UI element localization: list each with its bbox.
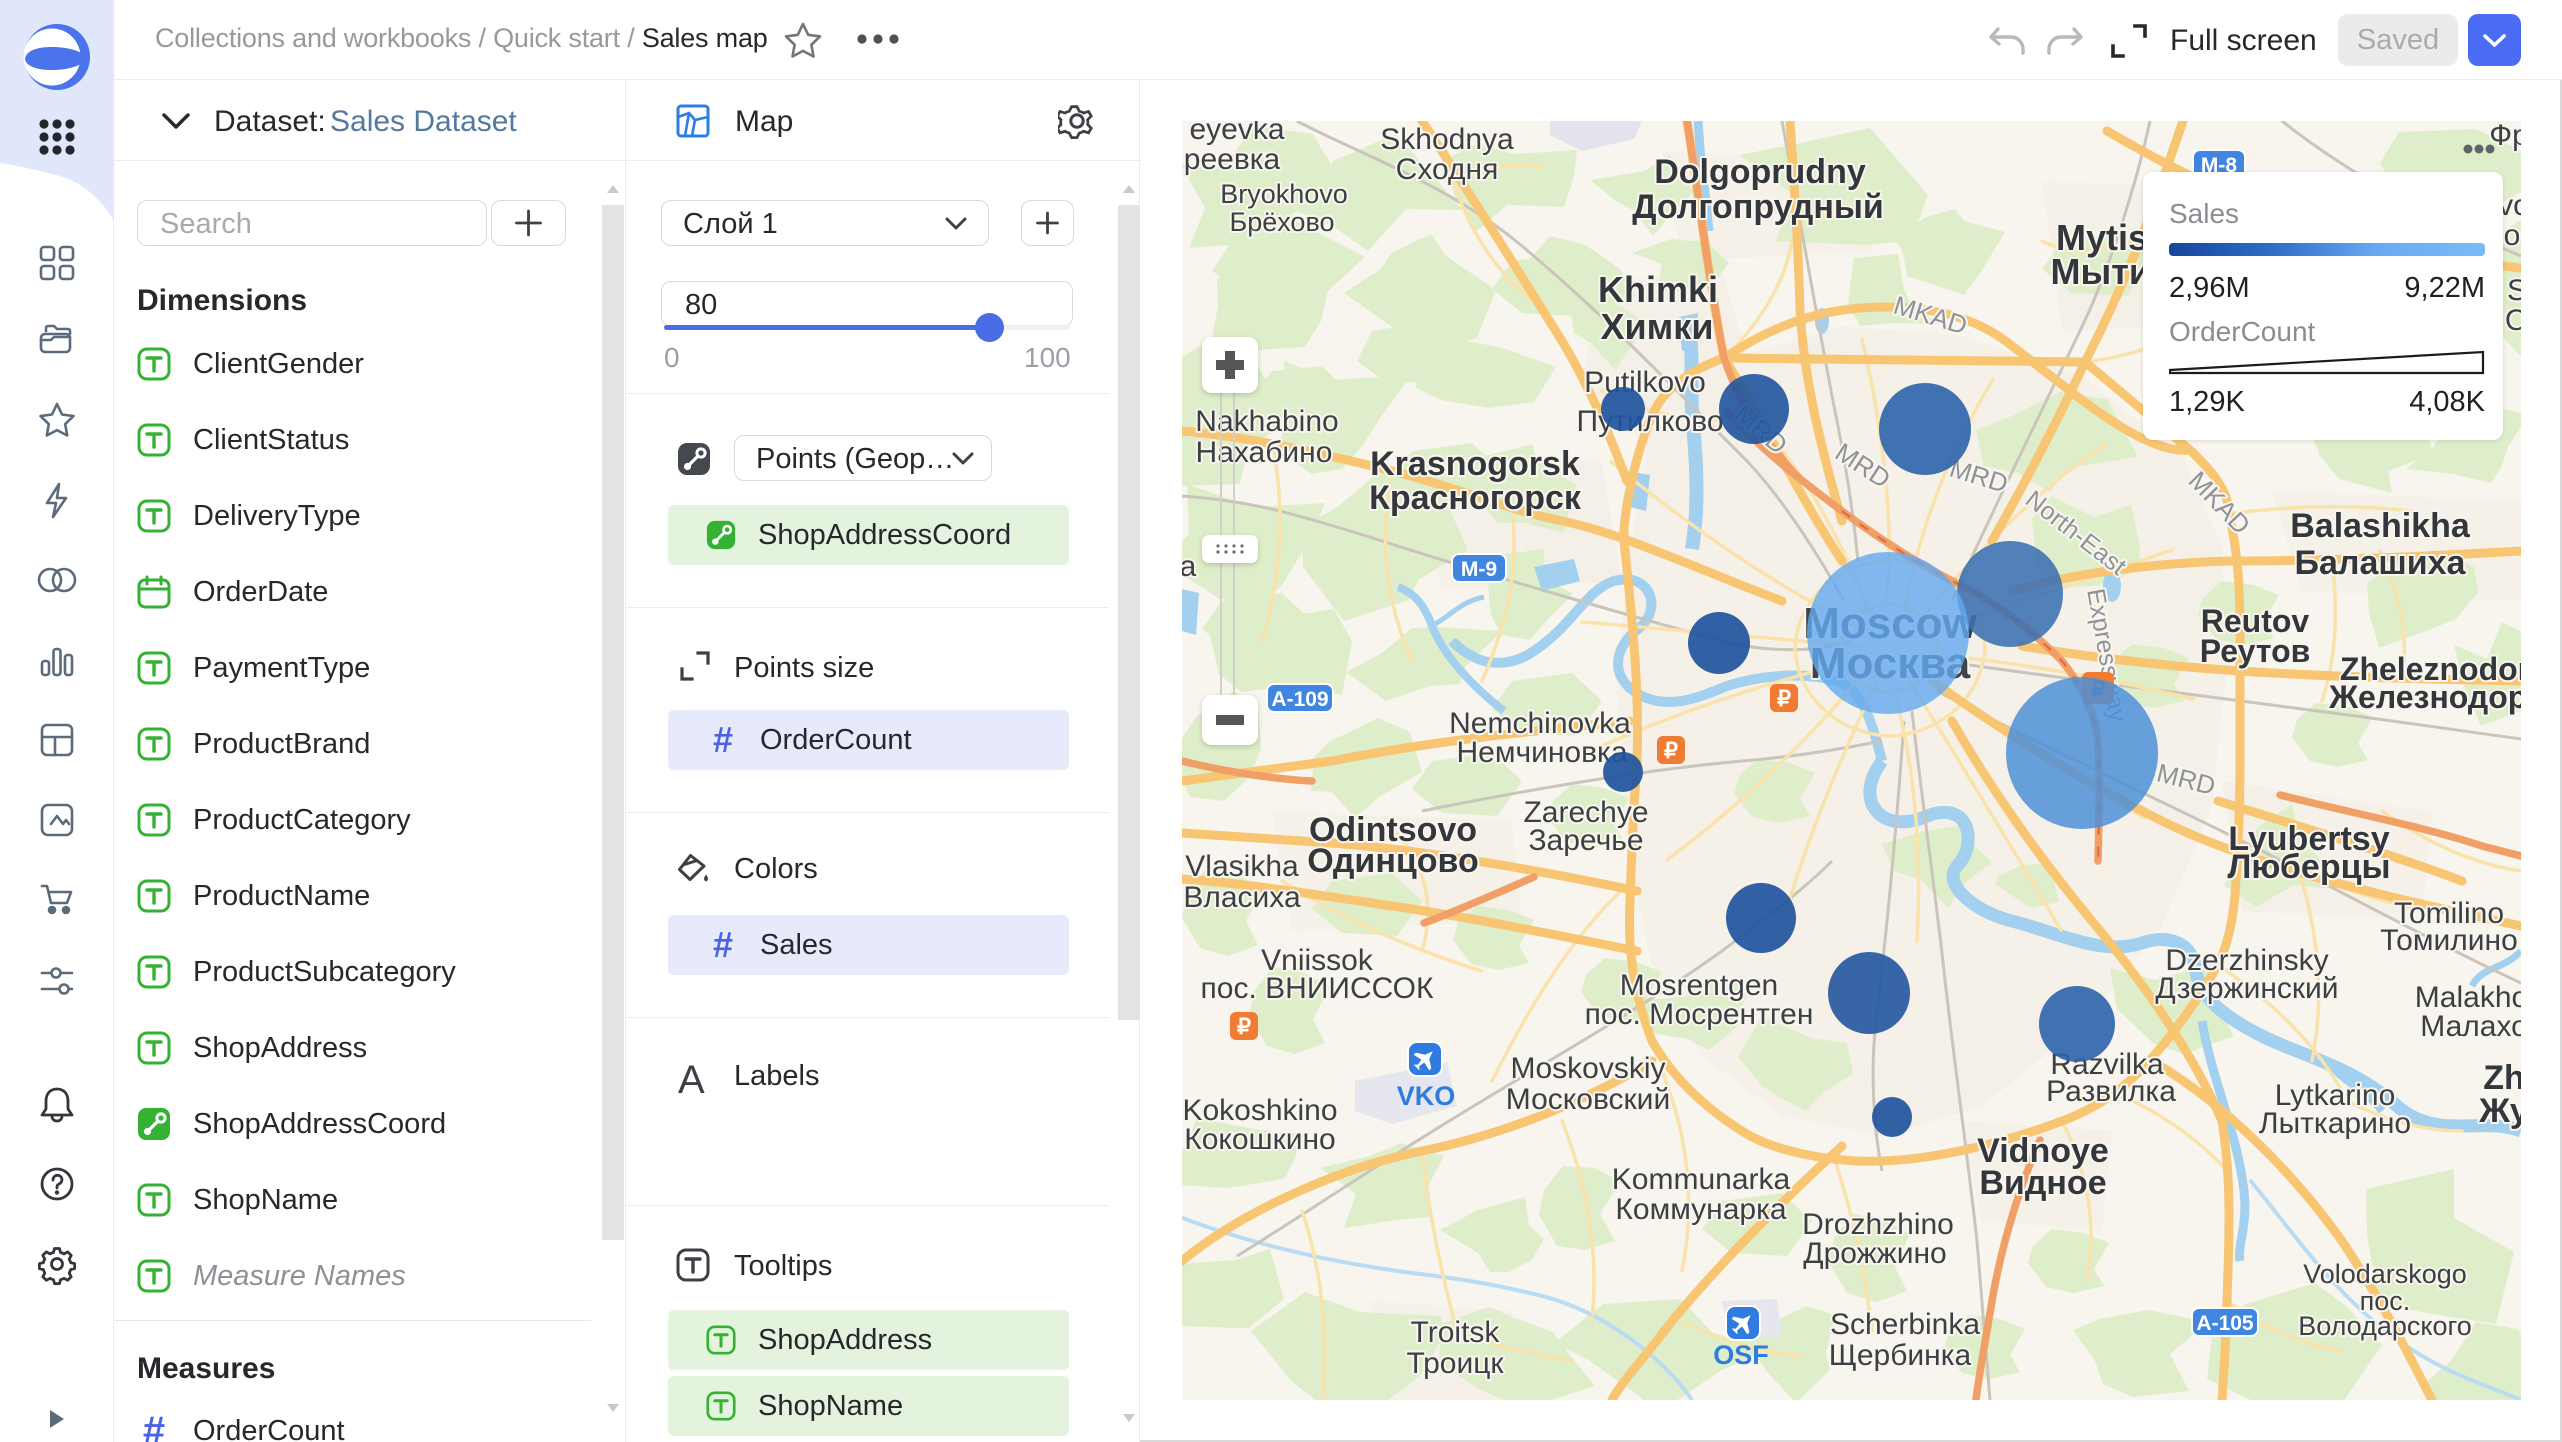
svg-text:Троицк: Троицк — [1406, 1347, 1504, 1380]
svg-text:Путилково: Путилково — [1577, 405, 1724, 438]
svg-text:₽: ₽ — [1237, 1014, 1251, 1039]
svg-text:a: a — [1182, 550, 1197, 583]
svg-text:Немчиновка: Немчиновка — [1456, 736, 1627, 769]
svg-text:S: S — [2507, 274, 2521, 307]
svg-text:₽: ₽ — [1777, 686, 1791, 711]
svg-text:Видное: Видное — [1979, 1164, 2106, 1202]
svg-text:Одинцово: Одинцово — [1307, 842, 1479, 880]
svg-text:пос. ВНИИССОК: пос. ВНИИССОК — [1201, 972, 1434, 1005]
svg-text:Жу: Жу — [2478, 1092, 2521, 1130]
svg-text:Развилка: Развилка — [2046, 1075, 2176, 1108]
svg-text:Troitsk: Troitsk — [1411, 1316, 1501, 1349]
svg-text:Власиха: Власиха — [1183, 881, 1301, 914]
svg-text:VKO: VKO — [1397, 1081, 1456, 1111]
svg-text:Малахов: Малахов — [2420, 1010, 2521, 1043]
svg-text:Balashikha: Balashikha — [2290, 507, 2471, 545]
svg-text:Щербинка: Щербинка — [1829, 1339, 1972, 1372]
svg-text:Долгопрудный: Долгопрудный — [1632, 188, 1884, 226]
svg-text:реевка: реевка — [1184, 143, 1281, 176]
svg-text:Нахабино: Нахабино — [1196, 436, 1333, 469]
svg-text:Scherbinka: Scherbinka — [1830, 1308, 1980, 1341]
svg-text:Володарского: Володарского — [2298, 1311, 2472, 1341]
svg-text:о: о — [2504, 219, 2521, 252]
svg-text:Реутов: Реутов — [2200, 633, 2311, 669]
svg-text:Заречье: Заречье — [1528, 824, 1643, 857]
svg-text:Putilkovo: Putilkovo — [1584, 366, 1706, 399]
svg-text:Skhodnya: Skhodnya — [1380, 123, 1514, 156]
svg-text:Дзержинский: Дзержинский — [2155, 972, 2338, 1005]
svg-text:Лыткарино: Лыткарино — [2259, 1107, 2411, 1140]
svg-text:Moskovskiy: Moskovskiy — [1510, 1052, 1665, 1085]
svg-text:Bryokhovo: Bryokhovo — [1220, 179, 1348, 209]
svg-text:A-105: A-105 — [2196, 1312, 2254, 1335]
svg-text:Балашиха: Балашиха — [2295, 544, 2467, 582]
svg-text:Дрожжино: Дрожжино — [1803, 1237, 1947, 1270]
svg-text:Железнодоро: Железнодоро — [2328, 679, 2521, 715]
svg-text:Химки: Химки — [1601, 306, 1714, 347]
svg-text:Vlasikha: Vlasikha — [1185, 850, 1299, 883]
svg-text:Nakhabino: Nakhabino — [1195, 405, 1338, 438]
svg-text:Сходня: Сходня — [1396, 153, 1499, 186]
svg-text:A-109: A-109 — [1271, 688, 1328, 711]
svg-text:OSF: OSF — [1713, 1340, 1769, 1370]
svg-text:Krasnogorsk: Krasnogorsk — [1370, 445, 1580, 483]
svg-text:Московский: Московский — [1506, 1083, 1670, 1116]
svg-text:Khimki: Khimki — [1598, 269, 1718, 310]
svg-text:Брёхово: Брёхово — [1229, 207, 1334, 237]
svg-text:M-9: M-9 — [1461, 558, 1497, 581]
svg-text:Volodarskogo: Volodarskogo — [2303, 1259, 2467, 1289]
svg-text:Ci: Ci — [2505, 304, 2521, 337]
svg-text:пос. Мосрентген: пос. Мосрентген — [1585, 998, 1814, 1031]
svg-text:Томилино: Томилино — [2380, 924, 2518, 957]
svg-text:₽: ₽ — [1664, 738, 1678, 763]
svg-text:Kommunarka: Kommunarka — [1612, 1163, 1791, 1196]
svg-text:Люберцы: Люберцы — [2227, 848, 2390, 886]
svg-text:Dolgoprudny: Dolgoprudny — [1654, 153, 1866, 191]
svg-text:Красногорск: Красногорск — [1369, 479, 1582, 517]
svg-text:Коммунарка: Коммунарка — [1615, 1193, 1786, 1226]
svg-text:Кокошкино: Кокошкино — [1184, 1123, 1336, 1156]
